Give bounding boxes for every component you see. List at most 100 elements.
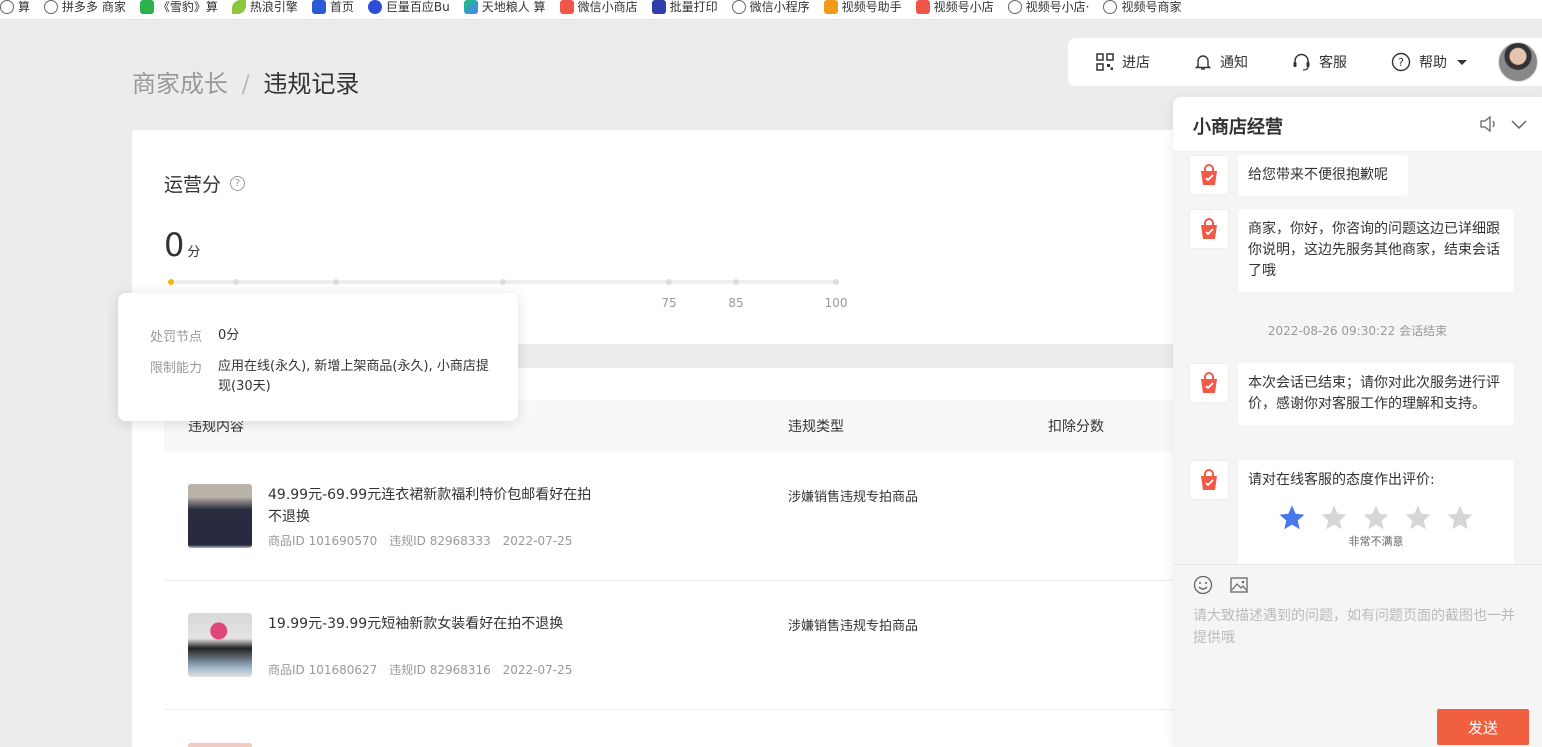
bookmark-label: 批量打印 [669, 0, 718, 14]
product-title[interactable]: 49.99元-69.99元连衣裙新款福利特价包邮看好在拍不退换 [268, 484, 598, 528]
rating-prompt: 请对在线客服的态度作出评价: [1248, 472, 1435, 488]
image-icon[interactable] [1229, 575, 1249, 599]
enter-store-button[interactable]: 进店 [1096, 52, 1150, 72]
enter-store-label: 进店 [1122, 55, 1150, 71]
tooltip-node-label: 处罚节点 [150, 330, 203, 345]
scale-node[interactable] [500, 279, 506, 285]
bookmark-item[interactable]: 视频号小店 [915, 0, 994, 17]
bookmark-item[interactable]: 微信小程序 [731, 0, 810, 17]
red-icon [915, 0, 930, 14]
speaker-icon[interactable] [1479, 115, 1499, 133]
help-icon: ? [1391, 52, 1411, 72]
chat-header: 小商店经营 [1173, 97, 1542, 152]
product-title[interactable]: 19.99元-39.99元短袖新款女装看好在拍不退换 [268, 613, 598, 635]
bot-avatar [1189, 363, 1229, 403]
product-thumbnail[interactable] [188, 613, 252, 677]
star-icon[interactable] [1276, 503, 1308, 533]
service-label: 客服 [1319, 55, 1347, 71]
table-row: 19.99元-39.99元短袖新款女装看好在拍不退换 商品ID 10168062… [164, 581, 1174, 710]
score-number: 0 [164, 226, 185, 264]
bookmark-label: 视频号小店 [933, 0, 994, 14]
violation-type: 涉嫌销售违规专拍商品 [788, 619, 919, 634]
bookmark-item[interactable]: 视频号小店· [1007, 0, 1090, 17]
rating-card: 请对在线客服的态度作出评价: 非常不满意 [1238, 460, 1514, 564]
bot-avatar [1189, 155, 1229, 195]
bookmark-item[interactable]: 算 [0, 0, 30, 17]
headset-icon [1293, 53, 1310, 71]
emoji-icon[interactable] [1193, 575, 1213, 599]
table-row: 49.99元-69.99元连衣裙新款福利特价包邮看好在拍不退换 商品ID 101… [164, 452, 1174, 581]
bcircle-icon [367, 0, 382, 14]
column-header: 扣除分数 [1048, 419, 1104, 435]
chat-title: 小商店经营 [1193, 117, 1283, 138]
service-button[interactable]: 客服 [1292, 52, 1347, 72]
message-input[interactable]: 请大致描述遇到的问题，如有问题页面的截图也一并提供哦 [1193, 605, 1523, 649]
scale-tick-label: 100 [824, 296, 848, 310]
scale-node[interactable] [233, 279, 239, 285]
bookmark-label: 视频号小店· [1025, 0, 1090, 14]
score-marker[interactable] [168, 279, 174, 285]
star-icon[interactable] [1360, 503, 1392, 533]
navy-icon [651, 0, 666, 14]
bookmark-item[interactable]: 首页 [311, 0, 354, 17]
question-icon[interactable]: ? [230, 176, 246, 191]
avatar[interactable] [1498, 42, 1538, 82]
scale-node[interactable] [333, 279, 339, 285]
score-section-title: 运营分 ? [164, 170, 246, 197]
bookmark-item[interactable]: 视频号助手 [823, 0, 902, 17]
orange-icon [823, 0, 838, 14]
bookmark-item[interactable]: 拼多多 商家 [44, 0, 126, 17]
bookmark-item[interactable]: 批量打印 [651, 0, 718, 17]
scale-node[interactable] [733, 279, 739, 285]
system-message: 2022-08-26 09:30:22 会话结束 [1267, 324, 1448, 338]
violation-type: 涉嫌销售违规专拍商品 [788, 490, 919, 505]
composer-tools [1193, 575, 1265, 599]
star-icon[interactable] [1444, 503, 1476, 533]
bookmark-item[interactable]: 视频号商家 [1103, 0, 1181, 17]
bookmark-label: 天地粮人 算 [481, 0, 546, 14]
bookmark-item[interactable]: 天地粮人 算 [463, 0, 546, 17]
star-icon[interactable] [1402, 503, 1434, 533]
scale-node[interactable] [833, 279, 839, 285]
star-icon[interactable] [1318, 503, 1350, 533]
help-dropdown[interactable]: ? 帮助 [1391, 52, 1469, 72]
bookmark-label: 微信小商店 [577, 0, 638, 14]
product-thumbnail[interactable] [188, 743, 252, 747]
bookmark-item[interactable]: 巨量百应Bu [367, 0, 450, 17]
bookmark-label: 拼多多 商家 [62, 0, 126, 14]
bell-icon [1194, 55, 1212, 70]
scale-node[interactable] [666, 279, 672, 285]
score-value: 0分 [164, 226, 200, 264]
bot-avatar [1189, 209, 1229, 249]
message-list: 给您带来不便很抱歉呢 商家，你好，你咨询的问题这边已详细跟你说明，这边先服务其他… [1173, 152, 1542, 564]
product-id: 商品ID 101680627 [268, 663, 378, 677]
svg-text:?: ? [1398, 56, 1404, 69]
score-unit: 分 [187, 245, 201, 260]
notify-button[interactable]: 通知 [1194, 52, 1248, 72]
globe-icon [1007, 0, 1022, 14]
leaf-icon [231, 0, 246, 14]
chevron-down-icon[interactable] [1509, 115, 1529, 133]
bookmark-item[interactable]: 《雪豹》算 [139, 0, 218, 17]
bookmark-label: 巨量百应Bu [385, 0, 450, 14]
caret-down-icon [1457, 60, 1467, 65]
product-id: 商品ID 101690570 [268, 534, 378, 548]
send-button[interactable]: 发送 [1437, 709, 1529, 745]
red-icon [559, 0, 574, 14]
globe-icon [731, 0, 746, 14]
star-rating [1248, 503, 1504, 533]
product-meta: 商品ID 101690570 违规ID 82968333 2022-07-25 [268, 532, 580, 549]
violation-id: 违规ID 82968316 [389, 663, 491, 677]
product-meta: 商品ID 101680627 违规ID 82968316 2022-07-25 [268, 661, 580, 678]
bookmark-label: 首页 [329, 0, 354, 14]
globe-icon [1103, 0, 1118, 14]
bookmark-item[interactable]: 热浪引擎 [231, 0, 298, 17]
tooltip-limit-label: 限制能力 [150, 361, 203, 376]
bot-avatar [1189, 460, 1229, 500]
breadcrumb-parent[interactable]: 商家成长 [132, 70, 228, 98]
bookmark-item[interactable]: 微信小商店 [559, 0, 638, 17]
bookmark-label: 视频号商家 [1121, 0, 1182, 14]
score-title: 运营分 [164, 174, 222, 196]
score-scale [168, 279, 839, 285]
product-thumbnail[interactable] [188, 484, 252, 548]
